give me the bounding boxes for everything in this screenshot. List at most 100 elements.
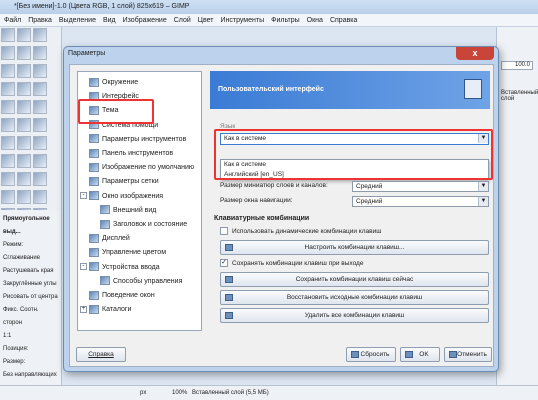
tree-item[interactable]: Изображение по умолчанию	[89, 161, 194, 174]
tool-icon[interactable]	[1, 100, 15, 114]
category-icon	[89, 290, 99, 300]
unit-selector[interactable]: px	[140, 386, 146, 400]
tool-icon[interactable]	[17, 190, 31, 204]
tree-item[interactable]: Поведение окон	[89, 289, 155, 302]
tool-option-item[interactable]: Размер:	[3, 356, 58, 369]
tree-item[interactable]: Управление цветом	[89, 246, 166, 259]
opacity-field[interactable]: 100.0	[501, 61, 533, 70]
collapse-icon[interactable]: -	[80, 263, 87, 271]
tree-item[interactable]: Способы управления	[100, 275, 182, 288]
menu-item[interactable]: Фильтры	[271, 14, 300, 26]
tool-icon[interactable]	[33, 64, 47, 78]
tool-icon[interactable]	[1, 136, 15, 150]
tool-icon[interactable]	[17, 118, 31, 132]
tree-item[interactable]: Внешний вид	[100, 204, 156, 217]
tree-item-label: Управление цветом	[102, 249, 167, 257]
tool-icon[interactable]	[1, 82, 15, 96]
expand-icon[interactable]: +	[80, 305, 87, 313]
nav-preview-size-combo[interactable]: Средний ▼	[352, 196, 489, 207]
tool-icon[interactable]	[17, 100, 31, 114]
tool-icon[interactable]	[17, 172, 31, 186]
tree-item-label: Изображение по умолчанию	[102, 164, 195, 172]
category-icon	[89, 148, 99, 158]
tree-item[interactable]: + Каталоги	[80, 303, 131, 316]
menu-item[interactable]: Цвет	[198, 14, 214, 26]
tree-item[interactable]: Параметры сетки	[89, 175, 159, 188]
menu-item[interactable]: Слой	[174, 14, 191, 26]
tool-icon[interactable]	[1, 64, 15, 78]
tree-item[interactable]: Заголовок и состояние	[100, 218, 187, 231]
dynamic-shortcuts-checkbox[interactable]: Использовать динамические комбинации кла…	[220, 227, 381, 236]
menu-item[interactable]: Инструменты	[220, 14, 264, 26]
tool-icon[interactable]	[33, 154, 47, 168]
tree-item[interactable]: Дисплей	[89, 232, 130, 245]
tool-icon[interactable]	[17, 28, 31, 42]
tool-icon[interactable]	[17, 64, 31, 78]
tool-icon[interactable]	[1, 154, 15, 168]
preferences-dialog: Параметры x Окружение Интерфейс Тема Систем…	[63, 46, 499, 372]
tool-option-item[interactable]: Фикс. Соотн. сторон	[3, 304, 58, 330]
tool-icon[interactable]	[1, 190, 15, 204]
tool-icon[interactable]	[17, 46, 31, 60]
collapse-icon[interactable]: -	[80, 192, 87, 200]
tool-option-item[interactable]: Растушевать края	[3, 265, 58, 278]
configure-shortcuts-button[interactable]: Настроить комбинации клавиш...	[220, 240, 489, 255]
delete-shortcuts-label: Удалить все комбинации клавиш	[304, 312, 405, 319]
menu-item[interactable]: Файл	[4, 14, 21, 26]
category-icon	[100, 205, 110, 215]
configure-shortcuts-label: Настроить комбинации клавиш...	[304, 244, 405, 251]
help-button[interactable]: Справка	[76, 347, 126, 362]
tool-option-item[interactable]: Закруглённые углы	[3, 278, 58, 291]
close-button[interactable]: x	[456, 47, 494, 60]
tree-item[interactable]: Окружение	[89, 76, 138, 89]
layer-preview-size-combo[interactable]: Средний ▼	[352, 181, 489, 192]
tool-icon[interactable]	[1, 28, 15, 42]
tool-option-item[interactable]: Рисовать от центра	[3, 291, 58, 304]
tool-icon[interactable]	[33, 100, 47, 114]
zoom-selector[interactable]: 100%	[172, 386, 187, 400]
ok-button[interactable]: OK	[400, 347, 440, 362]
menu-item[interactable]: Правка	[28, 14, 52, 26]
status-info: Вставленный слой (5,5 МБ)	[192, 390, 269, 396]
tool-icon[interactable]	[33, 136, 47, 150]
save-on-exit-checkbox[interactable]: ✓ Сохранять комбинации клавиш при выходе	[220, 259, 363, 268]
tree-item-label: Способы управления	[113, 277, 183, 285]
tool-icon[interactable]	[17, 82, 31, 96]
delete-shortcuts-button[interactable]: Удалить все комбинации клавиш	[220, 308, 489, 323]
tool-icon[interactable]	[33, 46, 47, 60]
tool-option-item[interactable]: Позиция:	[3, 343, 58, 356]
gimp-title-bar: *[Без имени]-1.0 (Цвета RGB, 1 слой) 825…	[0, 0, 538, 14]
menu-item[interactable]: Вид	[103, 14, 116, 26]
tree-item[interactable]: Панель инструментов	[89, 147, 173, 160]
toolbox	[0, 27, 62, 240]
menu-item[interactable]: Выделение	[59, 14, 96, 26]
tool-icon[interactable]	[33, 172, 47, 186]
tree-item[interactable]: - Окно изображения	[80, 190, 163, 203]
tree-item[interactable]: - Устройства ввода	[80, 261, 160, 274]
layer-name[interactable]: Вставленный слой	[501, 90, 538, 102]
tree-item-label: Каталоги	[102, 306, 132, 314]
tool-icon[interactable]	[1, 46, 15, 60]
menu-item[interactable]: Изображение	[123, 14, 167, 26]
tool-icon[interactable]	[33, 82, 47, 96]
restore-shortcuts-button[interactable]: Восстановить исходные комбинации клавиш	[220, 290, 489, 305]
tool-icon[interactable]	[1, 118, 15, 132]
tool-option-item[interactable]: 1:1	[3, 330, 58, 343]
tree-item[interactable]: Параметры инструментов	[89, 133, 186, 146]
tool-icon[interactable]	[33, 190, 47, 204]
tool-icon[interactable]	[1, 172, 15, 186]
category-icon	[89, 248, 99, 258]
tool-option-item[interactable]: Сглаживание	[3, 252, 58, 265]
tool-option-item[interactable]: Без направляющих	[3, 369, 58, 382]
menu-item[interactable]: Справка	[330, 14, 357, 26]
reset-button[interactable]: Сбросить	[346, 347, 396, 362]
cancel-button[interactable]: Отменить	[444, 347, 492, 362]
tool-icon[interactable]	[33, 118, 47, 132]
tool-icon[interactable]	[17, 154, 31, 168]
menu-item[interactable]: Окна	[307, 14, 323, 26]
tool-icon[interactable]	[33, 28, 47, 42]
save-shortcuts-now-label: Сохранить комбинации клавиш сейчас	[295, 276, 414, 283]
layer-preview-size-label: Размер миниатюр слоев и каналов:	[220, 182, 328, 189]
save-shortcuts-now-button[interactable]: Сохранить комбинации клавиш сейчас	[220, 272, 489, 287]
tool-icon[interactable]	[17, 136, 31, 150]
